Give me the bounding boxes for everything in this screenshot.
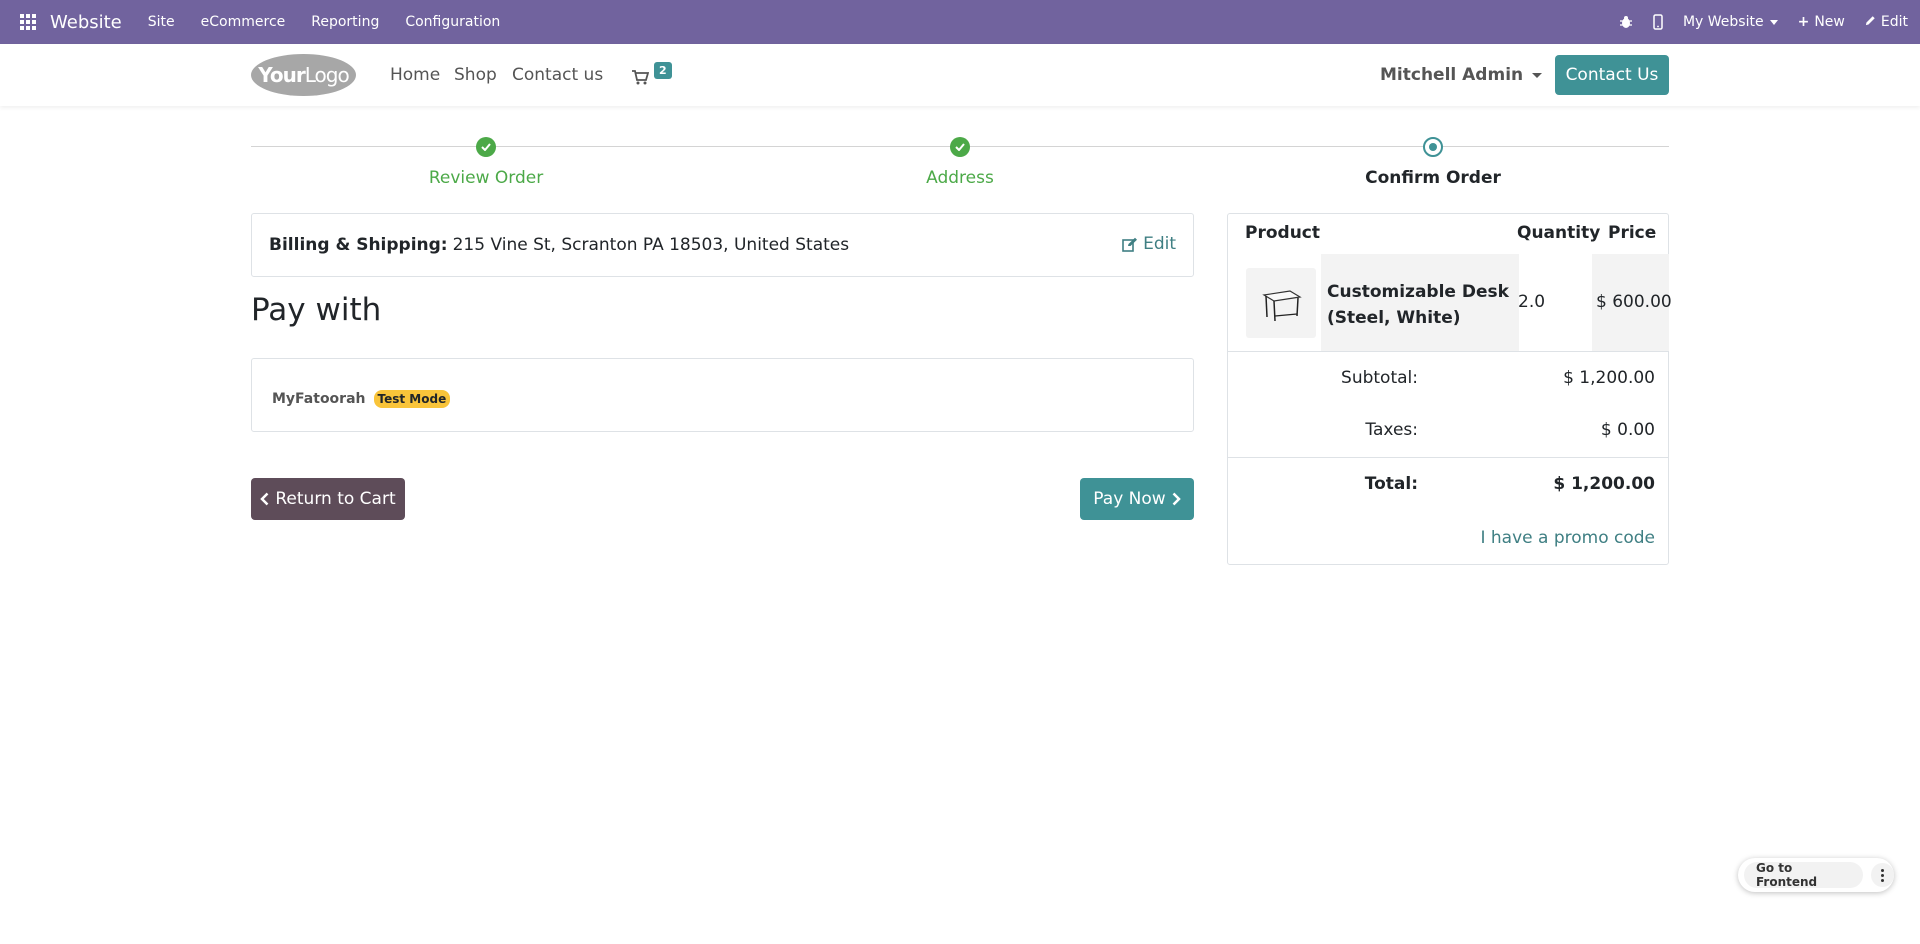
- company-logo[interactable]: Your Logo: [251, 54, 356, 96]
- admin-navbar: Website Site eCommerce Reporting Configu…: [0, 0, 1920, 44]
- nav-contact-us[interactable]: Contact us: [512, 65, 603, 85]
- website-header: Your Logo Home Shop Contact us 2 Mitchell…: [0, 44, 1920, 106]
- app-name[interactable]: Website: [50, 12, 122, 33]
- subtotal-value: $ 1,200.00: [1563, 368, 1655, 388]
- product-name[interactable]: Customizable Desk (Steel, White): [1327, 279, 1517, 331]
- admin-navbar-right: My Website + New Edit: [1619, 0, 1920, 44]
- step-confirm-order: Confirm Order: [1365, 168, 1501, 188]
- nav-shop[interactable]: Shop: [454, 65, 497, 85]
- pay-now-label: Pay Now: [1093, 489, 1166, 509]
- desk-product-icon: [1262, 290, 1302, 322]
- edit-label: Edit: [1143, 234, 1176, 254]
- billing-label: Billing & Shipping:: [269, 235, 448, 255]
- step-address[interactable]: Address: [926, 168, 994, 188]
- col-header-price: Price: [1608, 223, 1657, 243]
- total-value: $ 1,200.00: [1553, 474, 1655, 494]
- frontend-widget: Go to Frontend: [1738, 858, 1894, 892]
- order-summary: Product Quantity Price Customizable Desk…: [1227, 213, 1672, 565]
- user-name: Mitchell Admin: [1380, 65, 1524, 85]
- return-to-cart-label: Return to Cart: [275, 489, 396, 509]
- col-header-quantity: Quantity: [1517, 223, 1601, 243]
- caret-down-icon: [1532, 72, 1543, 78]
- step-current-dot-icon: [1423, 137, 1443, 157]
- divider: [1228, 351, 1668, 352]
- edit-square-icon: [1122, 237, 1138, 252]
- mobile-preview-icon[interactable]: [1653, 14, 1663, 30]
- payment-option-name: MyFatoorah: [272, 391, 366, 407]
- chevron-left-icon: [260, 492, 269, 506]
- pay-with-heading: Pay with: [251, 292, 382, 328]
- subtotal-label: Subtotal:: [1341, 368, 1418, 388]
- step-review-order[interactable]: Review Order: [429, 168, 543, 188]
- new-button[interactable]: + New: [1798, 14, 1845, 30]
- order-line-row: Customizable Desk (Steel, White) 2.0 $ 6…: [1229, 254, 1672, 351]
- taxes-label: Taxes:: [1365, 420, 1418, 440]
- menu-site[interactable]: Site: [148, 14, 175, 30]
- col-header-product: Product: [1245, 223, 1320, 243]
- nav-home[interactable]: Home: [390, 65, 440, 85]
- promo-code-link[interactable]: I have a promo code: [1480, 528, 1655, 548]
- apps-grid-icon[interactable]: [18, 12, 38, 32]
- taxes-value: $ 0.00: [1600, 420, 1655, 440]
- plus-icon: +: [1797, 14, 1810, 30]
- return-to-cart-button[interactable]: Return to Cart: [251, 478, 405, 520]
- menu-reporting[interactable]: Reporting: [311, 14, 379, 30]
- go-to-frontend-button[interactable]: Go to Frontend: [1744, 861, 1864, 889]
- website-selector-label: My Website: [1682, 14, 1764, 30]
- billing-shipping-card: Billing & Shipping: 215 Vine St, Scranto…: [251, 213, 1194, 277]
- step-review-check-icon: [476, 137, 496, 157]
- menu-ecommerce[interactable]: eCommerce: [201, 14, 286, 30]
- test-mode-badge: Test Mode: [373, 390, 451, 408]
- product-quantity: 2.0: [1518, 292, 1546, 312]
- pay-now-button[interactable]: Pay Now: [1080, 478, 1194, 520]
- user-menu[interactable]: Mitchell Admin: [1380, 65, 1543, 85]
- website-selector[interactable]: My Website: [1683, 14, 1778, 30]
- chevron-right-icon: [1172, 492, 1181, 506]
- pencil-icon: [1865, 14, 1876, 30]
- edit-button-label: Edit: [1880, 14, 1908, 30]
- more-options-icon[interactable]: [1871, 863, 1894, 887]
- payment-option-myfatoorah[interactable]: MyFatoorah Test Mode: [272, 390, 451, 408]
- step-address-check-icon: [950, 137, 970, 157]
- product-image[interactable]: [1246, 268, 1316, 338]
- cart-count-badge: 2: [654, 62, 672, 79]
- payment-options-card: MyFatoorah Test Mode: [251, 358, 1194, 432]
- cart-link[interactable]: 2: [632, 62, 672, 88]
- product-price: $ 600.00: [1596, 292, 1672, 312]
- edit-button[interactable]: Edit: [1865, 14, 1908, 30]
- new-button-label: New: [1814, 14, 1845, 30]
- total-label: Total:: [1364, 474, 1418, 494]
- contact-us-button[interactable]: Contact Us: [1555, 55, 1669, 95]
- billing-address: 215 Vine St, Scranton PA 18503, United S…: [452, 235, 850, 255]
- menu-configuration[interactable]: Configuration: [405, 14, 500, 30]
- divider: [1228, 457, 1668, 458]
- edit-address-link[interactable]: Edit: [1122, 234, 1176, 254]
- shopping-cart-icon: [632, 70, 649, 85]
- caret-down-icon: [1769, 19, 1778, 25]
- debug-bug-icon[interactable]: [1619, 15, 1633, 29]
